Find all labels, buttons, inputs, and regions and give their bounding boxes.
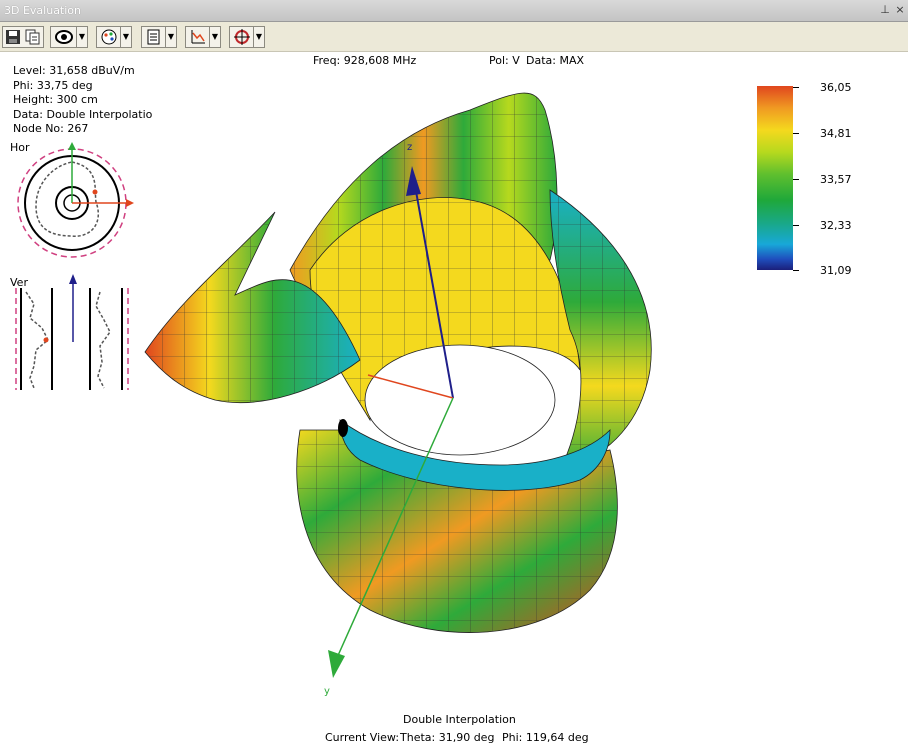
color-scale-bar [757,86,793,270]
legend-label-max: 36,05 [820,81,852,94]
legend-label: 33,57 [820,173,852,186]
legend-tick [793,225,799,226]
data-readout: Data: Double Interpolatio [13,107,153,121]
chevron-down-icon[interactable]: ▼ [209,27,220,47]
toolbar: ▼ ▼ ▼ ▼ ▼ [0,22,908,52]
chevron-down-icon[interactable]: ▼ [120,27,131,47]
chevron-down-icon[interactable]: ▼ [76,27,87,47]
legend-label: 34,81 [820,127,852,140]
legend-label-min: 31,09 [820,264,852,277]
legend-label: 32,33 [820,219,852,232]
data-mode-label: Data: MAX [526,54,585,67]
eye-view-icon [54,29,74,48]
view-phi-readout: Phi: 119,64 deg [502,731,589,744]
level-readout: Level: 31,658 dBuV/m [13,64,135,77]
legend-tick [793,87,799,88]
close-icon[interactable]: × [893,3,907,17]
chevron-down-icon[interactable]: ▼ [253,27,264,47]
document-dropdown[interactable]: ▼ [141,26,177,48]
legend-tick [793,270,799,271]
measurement-info: Level: 31,658 dBuV/m Phi: 33,75 deg Heig… [13,64,152,137]
document-icon [146,29,162,48]
window-title: 3D Evaluation [4,4,82,17]
pol-label: Pol: V [489,54,520,67]
node-readout: Node No: 267 [13,122,89,135]
y-axis-label: y [324,686,330,697]
interpolation-mode: Double Interpolation [403,713,516,726]
chevron-down-icon[interactable]: ▼ [165,27,176,47]
palette-dropdown[interactable]: ▼ [96,26,132,48]
palette-icon [100,29,118,48]
target-dropdown[interactable]: ▼ [229,26,265,48]
z-axis-label: z [407,142,413,153]
current-view-label: Current View: [325,731,400,744]
height-readout: Height: 300 cm [13,93,98,106]
title-bar: 3D Evaluation ⊥ × [0,0,908,22]
vertical-mini-view [15,274,129,390]
view-dropdown[interactable]: ▼ [50,26,88,48]
theta-readout: Theta: 31,90 deg [400,731,495,744]
chart-dropdown[interactable]: ▼ [185,26,221,48]
copy-icon[interactable] [25,29,41,45]
chart-axes-icon [190,29,206,48]
horizontal-mini-view [17,142,134,258]
3d-radiation-surface[interactable] [140,70,700,710]
pin-icon[interactable]: ⊥ [878,3,892,17]
save-copy-group [2,26,44,48]
legend-tick [793,133,799,134]
target-icon [234,29,250,48]
freq-label: Freq: 928,608 MHz [313,54,417,67]
phi-readout: Phi: 33,75 deg [13,78,93,92]
legend-tick [793,179,799,180]
save-icon[interactable] [5,29,21,45]
